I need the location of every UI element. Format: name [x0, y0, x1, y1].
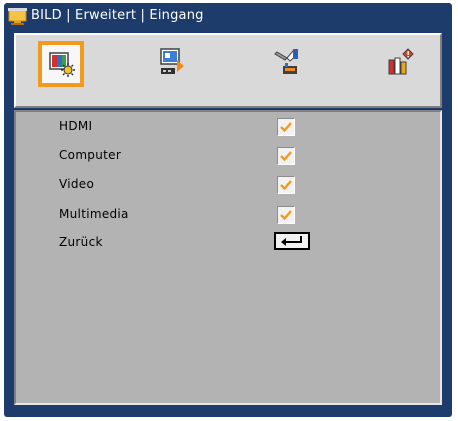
enter-return-icon	[281, 236, 302, 246]
video-checkbox[interactable]	[277, 176, 295, 194]
tab-display[interactable]	[152, 41, 198, 87]
info-options-icon	[388, 48, 414, 75]
setup-tools-icon	[274, 49, 298, 74]
computer-checkbox[interactable]	[277, 147, 295, 165]
menu-item-video[interactable]: Video	[16, 174, 440, 198]
checkmark-icon	[280, 210, 292, 221]
input-source-panel: HDMI Computer Video Multimedia Zurück	[14, 110, 442, 405]
menu-item-label: Video	[59, 177, 95, 191]
tab-setup[interactable]	[266, 41, 312, 87]
menu-item-label: Computer	[59, 148, 122, 162]
window-title: BILD | Erweitert | Eingang	[31, 8, 204, 23]
hdmi-checkbox[interactable]	[277, 118, 295, 136]
checkmark-icon	[280, 151, 292, 162]
multimedia-checkbox[interactable]	[277, 206, 295, 224]
display-settings-icon	[160, 48, 184, 74]
menu-item-computer[interactable]: Computer	[16, 145, 440, 169]
tab-options[interactable]	[380, 41, 426, 87]
menu-tabs	[14, 33, 442, 108]
back-label: Zurück	[59, 235, 103, 249]
title-bar: BILD | Erweitert | Eingang	[4, 3, 452, 31]
projector-screen-icon	[8, 8, 28, 26]
picture-settings-icon	[49, 52, 75, 77]
back-enter-button[interactable]	[274, 232, 310, 250]
menu-item-hdmi[interactable]: HDMI	[16, 116, 440, 140]
checkmark-icon	[280, 122, 292, 133]
menu-item-label: Multimedia	[59, 207, 129, 221]
menu-item-label: HDMI	[59, 119, 93, 133]
tab-picture[interactable]	[38, 41, 84, 87]
menu-item-multimedia[interactable]: Multimedia	[16, 204, 440, 228]
checkmark-icon	[280, 180, 292, 191]
menu-item-back[interactable]: Zurück	[16, 232, 440, 256]
